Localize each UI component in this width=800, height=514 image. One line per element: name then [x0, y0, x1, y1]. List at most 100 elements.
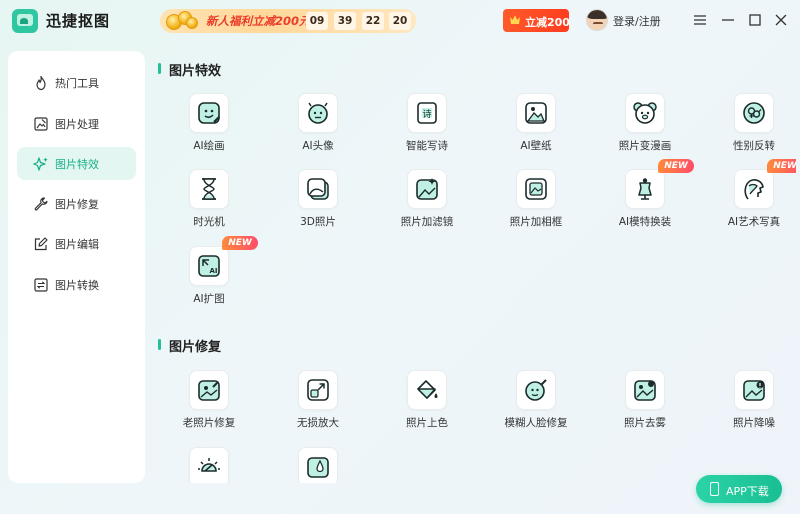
wrench-icon [34, 197, 48, 211]
tool-smart-poem[interactable]: 诗 智能写诗 [378, 93, 478, 165]
vip-discount-label: 立减200 [525, 16, 570, 29]
poem-icon: 诗 [417, 102, 437, 124]
wallpaper-icon [525, 102, 547, 124]
photo-frame-icon [525, 178, 547, 200]
enlarge-icon [307, 379, 329, 401]
tool-time-machine[interactable]: 时光机 [160, 169, 260, 241]
sidebar-item-image-repair[interactable]: 图片修复 [17, 187, 136, 220]
login-register-link[interactable]: 登录/注册 [613, 13, 661, 29]
tool-label: 照片变漫画 [618, 140, 672, 152]
countdown-minutes: 39 [334, 12, 356, 30]
close-icon[interactable] [771, 10, 791, 30]
dehaze-icon [634, 380, 656, 401]
tool-label: 老照片修复 [182, 417, 236, 429]
tool-old-photo-repair[interactable]: 老照片修复 [160, 370, 260, 442]
ai-expand-icon: AI [198, 255, 220, 277]
tool-label: 时光机 [193, 216, 225, 228]
tool-label: 模糊人脸修复 [504, 417, 568, 429]
ai-avatar-icon [308, 102, 328, 124]
denoise-icon [743, 380, 765, 401]
tool-ai-wallpaper[interactable]: AI壁纸 [487, 93, 587, 165]
section-title-repair: 图片修复 [158, 336, 221, 355]
sidebar-item-label: 图片编辑 [55, 238, 99, 251]
menu-icon[interactable] [690, 10, 710, 30]
gender-swap-icon [743, 102, 765, 124]
tool-label: AI绘画 [193, 140, 225, 152]
sidebar-item-label: 图片转换 [55, 279, 99, 292]
tool-label: 照片降噪 [733, 417, 775, 429]
new-badge: NEW [767, 159, 796, 173]
sidebar: 热门工具 图片处理 图片特效 图片修复 图片编辑 图片转换 [8, 51, 145, 483]
tool-3d-photo[interactable]: 3D照片 [269, 169, 369, 241]
avatar[interactable] [586, 9, 608, 31]
tool-label: AI头像 [302, 140, 334, 152]
tool-label: AI壁纸 [520, 140, 552, 152]
sidebar-item-image-processing[interactable]: 图片处理 [17, 107, 136, 140]
tool-ai-avatar[interactable]: AI头像 [269, 93, 369, 165]
face-restore-icon [525, 379, 547, 401]
app-logo-icon [12, 9, 38, 33]
tool-lossless-enlarge[interactable]: 无损放大 [269, 370, 369, 442]
hourglass-icon [202, 178, 216, 200]
tool-label: 照片去雾 [624, 417, 666, 429]
minimize-icon[interactable] [718, 10, 738, 30]
sparkle-icon [33, 157, 48, 171]
sidebar-item-label: 图片特效 [55, 158, 99, 171]
svg-text:AI: AI [209, 267, 217, 275]
countdown-seconds: 22 [362, 12, 384, 30]
tool-photo-to-cartoon[interactable]: 照片变漫画 [596, 93, 696, 165]
sidebar-item-label: 图片修复 [55, 198, 99, 211]
tool-ai-expand[interactable]: AI NEW AI扩图 [160, 236, 260, 318]
app-download-button[interactable]: APP下载 [696, 475, 782, 503]
phone-icon [710, 482, 719, 496]
tool-photo-filter[interactable]: 照片加滤镜 [378, 169, 478, 241]
mannequin-icon [638, 178, 652, 200]
paint-bucket-icon [417, 380, 438, 399]
tool-ai-model-outfit[interactable]: NEW AI模特换装 [596, 159, 696, 241]
svg-text:诗: 诗 [422, 109, 431, 120]
tool-label: AI模特换装 [618, 216, 672, 228]
app-title: 迅捷抠图 [46, 12, 111, 30]
tool-label: 智能写诗 [406, 140, 448, 152]
old-photo-icon [198, 380, 220, 401]
maximize-icon[interactable] [745, 10, 765, 30]
new-badge: NEW [222, 236, 258, 250]
filter-icon [416, 178, 438, 200]
promo-banner[interactable]: 新人福利立减200元 09 39 22 20 [160, 9, 416, 33]
section-title-effects: 图片特效 [158, 60, 221, 79]
tool-photo-frame[interactable]: 照片加相框 [487, 169, 587, 241]
crown-icon [510, 15, 520, 24]
main-panel: 图片特效 AI绘画 AI头像 诗 智能写诗 AI壁纸 照片变漫画 性别反转 时光… [146, 51, 796, 483]
flame-icon [36, 75, 46, 91]
cartoon-bear-icon [633, 102, 657, 124]
sidebar-item-image-effects[interactable]: 图片特效 [17, 147, 136, 180]
tool-blurry-face-repair[interactable]: 模糊人脸修复 [487, 370, 587, 442]
tool-label: 照片加滤镜 [400, 216, 454, 228]
tool-photo-colorize[interactable]: 照片上色 [378, 370, 478, 442]
sidebar-item-image-conversion[interactable]: 图片转换 [17, 268, 136, 301]
tool-photo-denoise[interactable]: 照片降噪 [705, 370, 796, 442]
image-edit-icon [34, 117, 48, 131]
tool-label: 3D照片 [300, 216, 336, 228]
3d-photo-icon [307, 178, 329, 200]
ai-paint-icon [198, 102, 220, 124]
sidebar-item-label: 图片处理 [55, 118, 99, 131]
tool-ai-paint[interactable]: AI绘画 [160, 93, 260, 165]
sidebar-item-image-editing[interactable]: 图片编辑 [17, 227, 136, 260]
tool-ai-art-portrait[interactable]: NEW AI艺术写真 [705, 159, 796, 241]
tool-water-repair[interactable] [269, 447, 369, 483]
vip-discount-button[interactable]: 立减200 [503, 9, 570, 32]
sidebar-item-hot-tools[interactable]: 热门工具 [17, 66, 136, 99]
coin-icon [186, 17, 198, 29]
promo-text: 新人福利立减200元 [206, 14, 311, 28]
tool-photo-dehaze[interactable]: 照片去雾 [596, 370, 696, 442]
tool-brightness[interactable] [160, 447, 260, 483]
tool-label: 性别反转 [733, 140, 775, 152]
water-drop-icon [307, 457, 329, 478]
tool-gender-swap[interactable]: 性别反转 [705, 93, 796, 165]
tool-label: AI艺术写真 [727, 216, 781, 228]
tool-label: 无损放大 [297, 417, 339, 429]
pencil-icon [34, 237, 48, 251]
tool-label: 照片上色 [406, 417, 448, 429]
app-download-label: APP下载 [726, 485, 769, 498]
